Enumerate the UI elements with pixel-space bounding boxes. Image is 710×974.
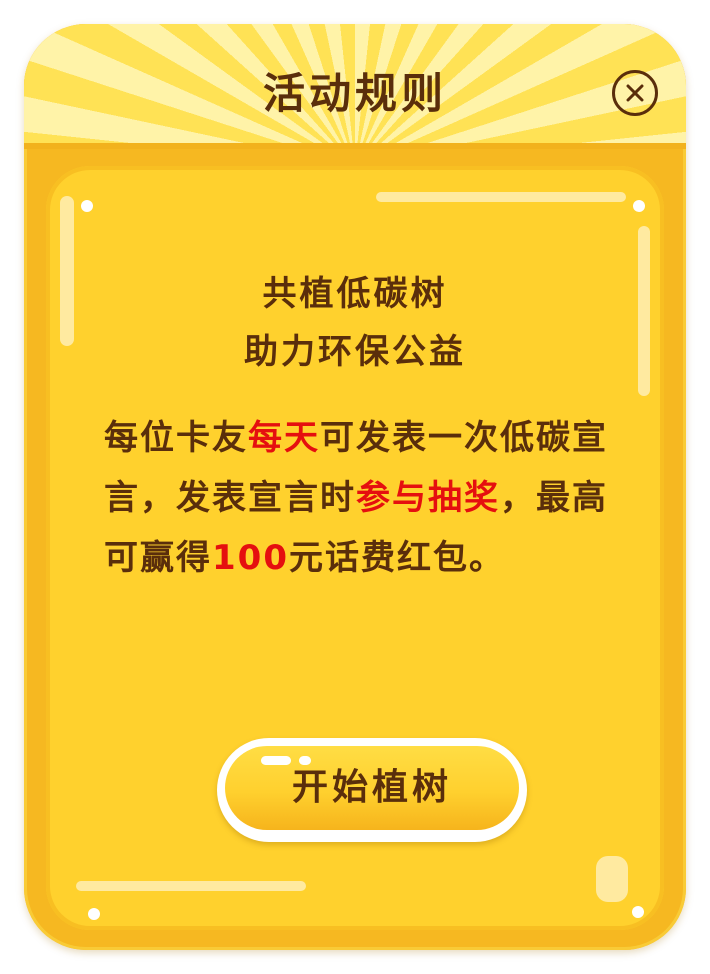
panel-highlight: [596, 856, 628, 902]
close-button[interactable]: [612, 70, 658, 116]
start-button-face: 开始植树: [225, 746, 519, 830]
panel-highlight-dot: [633, 200, 645, 212]
panel-highlight-dot: [88, 908, 100, 920]
panel-highlight-dot: [632, 906, 644, 918]
rules-text-segment: 元话费红包。: [288, 538, 505, 578]
rules-text-segment: 每位卡友: [104, 418, 248, 458]
close-icon: [626, 84, 644, 102]
subtitle-line-2: 助力环保公益: [244, 332, 466, 372]
rules-highlight-daily: 每天: [248, 418, 320, 458]
panel-highlight: [376, 192, 626, 202]
rules-highlight-amount: 100: [212, 538, 289, 578]
start-planting-button[interactable]: 开始植树: [217, 738, 527, 842]
rules-highlight-lottery: 参与抽奖: [356, 478, 500, 518]
panel-highlight: [76, 881, 306, 891]
start-button-label: 开始植树: [291, 767, 452, 808]
dialog-title: 活动规则: [262, 69, 447, 118]
rules-text: 每位卡友每天可发表一次低碳宣言，发表宣言时参与抽奖，最高可赢得100元话费红包。: [104, 408, 624, 588]
rules-dialog: 活动规则 共植低碳树 助力环保公益 每位卡友每天可发表一次低碳宣言，发表宣言时参…: [24, 24, 686, 950]
subtitle-line-1: 共植低碳树: [262, 274, 448, 314]
panel-highlight-dot: [81, 200, 93, 212]
header-divider: [24, 143, 686, 149]
